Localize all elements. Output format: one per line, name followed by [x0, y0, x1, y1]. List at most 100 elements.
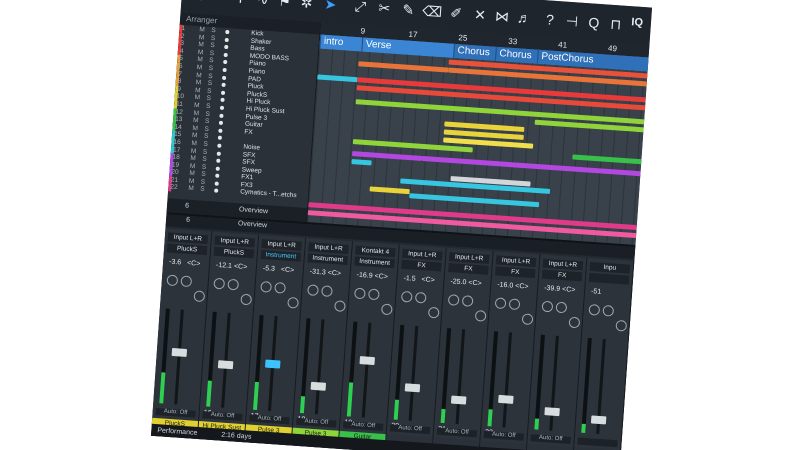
channel-name[interactable]: [526, 443, 574, 450]
audio-event[interactable]: [358, 61, 449, 73]
volume-readout[interactable]: -39.9: [544, 285, 560, 293]
record-button[interactable]: [216, 158, 221, 163]
paint-tool-icon[interactable]: ✐: [444, 1, 467, 24]
tab-overview[interactable]: Overview: [238, 220, 268, 229]
input-selector[interactable]: Input L+R: [401, 248, 443, 261]
automation-mode[interactable]: Auto: Off: [483, 430, 525, 441]
record-button[interactable]: [218, 128, 223, 133]
quantize-icon[interactable]: ⊓: [604, 12, 627, 35]
bend-tool-icon[interactable]: ⋈: [490, 4, 513, 27]
mute-button[interactable]: [447, 294, 460, 306]
automation-mode[interactable]: Auto: Off: [436, 427, 478, 438]
flag-icon[interactable]: ⚑: [273, 0, 296, 13]
instrument-selector[interactable]: Instrument: [354, 256, 395, 269]
pan-readout[interactable]: <C>: [562, 286, 576, 294]
mute-button[interactable]: [354, 287, 366, 300]
monitor-button[interactable]: [240, 293, 253, 306]
solo-button[interactable]: [602, 304, 615, 317]
record-button[interactable]: [217, 135, 223, 141]
instrument-selector[interactable]: PluckS: [166, 243, 208, 256]
record-button[interactable]: [223, 52, 228, 57]
automation-mode[interactable]: Auto: Off: [202, 411, 243, 422]
volume-readout[interactable]: -5.3: [263, 265, 276, 273]
volume-readout[interactable]: -31.3: [310, 268, 326, 276]
record-button[interactable]: [220, 98, 225, 103]
automation-mode[interactable]: Auto: Off: [342, 421, 384, 431]
monitor-button[interactable]: [380, 303, 393, 316]
record-button[interactable]: [218, 120, 224, 126]
solo-button[interactable]: [555, 301, 568, 314]
solo-button[interactable]: [227, 278, 240, 291]
mute-tool-icon[interactable]: ✕: [468, 3, 491, 26]
input-selector[interactable]: Kontakt 4: [355, 245, 396, 258]
eraser-tool-icon[interactable]: ⌫: [421, 0, 444, 23]
automation-mode[interactable]: Auto: Off: [530, 434, 571, 444]
volume-fader[interactable]: [544, 407, 560, 417]
menu-icon[interactable]: ☰: [185, 0, 208, 7]
section-chorus[interactable]: Chorus: [453, 43, 500, 62]
volume-fader[interactable]: [404, 383, 421, 393]
pan-readout[interactable]: <C>: [327, 270, 341, 278]
volume-readout[interactable]: -16.9: [356, 272, 372, 280]
record-button[interactable]: [224, 37, 229, 42]
monitor-button[interactable]: [287, 296, 299, 309]
input-selector[interactable]: Input L+R: [542, 258, 584, 271]
monitor-button[interactable]: [193, 290, 206, 303]
volume-fader[interactable]: [171, 347, 188, 357]
record-button[interactable]: [219, 105, 225, 110]
audio-event[interactable]: [572, 154, 643, 165]
input-selector[interactable]: Input L+R: [495, 255, 537, 268]
mute-button[interactable]: [494, 297, 507, 310]
record-button[interactable]: [224, 45, 229, 50]
volume-fader[interactable]: [359, 356, 375, 366]
input-selector[interactable]: Input L+R: [448, 252, 490, 264]
volume-fader[interactable]: [498, 394, 514, 404]
instrument-selector[interactable]: [588, 272, 630, 285]
instrument-selector[interactable]: Instrument: [307, 253, 348, 265]
inspector-icon[interactable]: ⅰ: [229, 0, 252, 10]
monitor-button[interactable]: [615, 319, 628, 332]
instrument-selector[interactable]: FX: [494, 266, 536, 279]
volume-fader[interactable]: [450, 395, 467, 405]
solo-button[interactable]: [367, 288, 380, 301]
section-intro[interactable]: intro: [319, 34, 365, 52]
solo-button[interactable]: S: [200, 186, 205, 194]
mute-button[interactable]: [213, 277, 226, 290]
section-chorus[interactable]: Chorus: [494, 46, 542, 65]
solo-button[interactable]: [414, 291, 427, 304]
solo-button[interactable]: [461, 295, 474, 307]
speaker-icon[interactable]: ♬: [512, 6, 535, 29]
audio-event[interactable]: [369, 186, 410, 195]
record-button[interactable]: [221, 75, 227, 80]
input-selector[interactable]: Input L+R: [261, 238, 302, 251]
mute-button[interactable]: [541, 300, 554, 313]
arrow-tool-icon[interactable]: ➤: [319, 0, 342, 16]
automation-mode[interactable]: [577, 437, 618, 448]
snap-icon[interactable]: ⊣: [560, 9, 583, 32]
instrument-selector[interactable]: Instrument: [260, 249, 302, 262]
pan-readout[interactable]: <C>: [187, 260, 201, 268]
audio-event[interactable]: [409, 193, 540, 208]
volume-readout[interactable]: -3.6: [169, 259, 182, 267]
record-button[interactable]: [214, 188, 219, 194]
record-button[interactable]: [217, 143, 222, 148]
monitor-button[interactable]: [568, 316, 581, 329]
mute-button[interactable]: M: [188, 185, 194, 193]
range-tool-icon[interactable]: ⤢: [349, 0, 372, 18]
solo-button[interactable]: [180, 275, 193, 288]
pan-readout[interactable]: <C>: [234, 263, 248, 271]
audio-event[interactable]: [317, 74, 358, 83]
automation-icon[interactable]: ∿: [251, 0, 274, 11]
settings-icon[interactable]: ✲: [295, 0, 318, 14]
record-button[interactable]: [215, 173, 220, 179]
monitor-button[interactable]: [334, 300, 346, 312]
pan-readout[interactable]: <C>: [421, 276, 435, 284]
record-button[interactable]: [223, 60, 228, 65]
pan-readout[interactable]: <C>: [374, 273, 388, 281]
mute-button[interactable]: [166, 274, 179, 287]
volume-fader[interactable]: [265, 359, 281, 369]
monitor-button[interactable]: [521, 313, 534, 326]
volume-fader[interactable]: [217, 360, 234, 370]
record-button[interactable]: [215, 166, 220, 171]
help-icon[interactable]: ?: [538, 8, 561, 31]
